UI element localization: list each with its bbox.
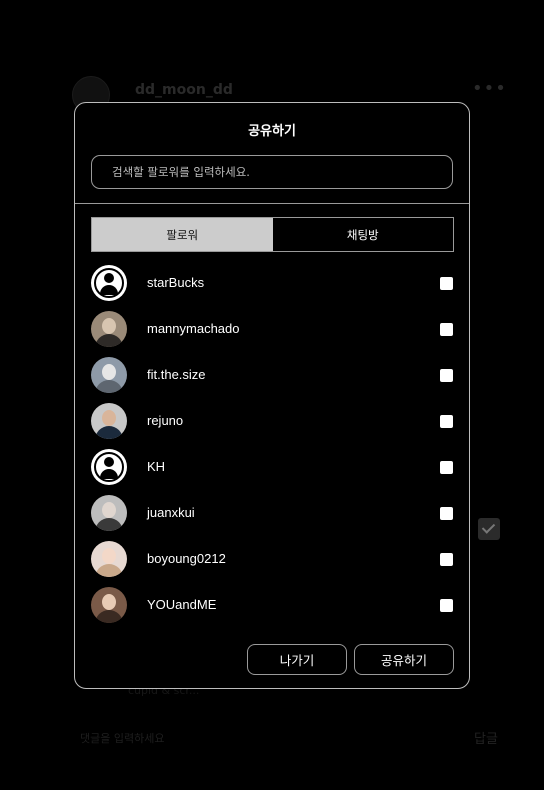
share-button[interactable]: 공유하기 [354, 644, 454, 675]
follower-row[interactable]: mannymachado [91, 309, 454, 355]
follower-name: rejuno [147, 413, 184, 428]
default-profile-icon [91, 265, 127, 301]
default-profile-icon [91, 449, 127, 485]
profile-photo-avatar [91, 495, 127, 531]
follower-name: mannymachado [147, 321, 240, 336]
more-options-icon: ••• [472, 78, 507, 99]
follower-name: YOUandME [147, 597, 217, 612]
divider [75, 203, 469, 204]
profile-photo-avatar [91, 403, 127, 439]
follower-search-input[interactable] [91, 155, 453, 189]
share-modal: 공유하기 팔로워 채팅방 starBucks mannymachado fit.th… [74, 102, 470, 689]
follower-row[interactable]: KH [91, 447, 454, 493]
follower-checkbox[interactable] [440, 369, 453, 382]
follower-checkbox[interactable] [440, 553, 453, 566]
share-tabs: 팔로워 채팅방 [91, 217, 454, 252]
follower-row[interactable]: starBucks [91, 263, 454, 309]
follower-name: juanxkui [147, 505, 195, 520]
profile-photo-avatar [91, 541, 127, 577]
follower-name: boyoung0212 [147, 551, 226, 566]
follower-checkbox[interactable] [440, 277, 453, 290]
follower-name: starBucks [147, 275, 205, 290]
background-username: dd_moon_dd [135, 82, 233, 98]
tab-chat-rooms[interactable]: 채팅방 [272, 218, 453, 251]
tab-followers[interactable]: 팔로워 [92, 218, 273, 251]
follower-row[interactable]: juanxkui [91, 493, 454, 539]
profile-photo-avatar [91, 311, 127, 347]
follower-checkbox[interactable] [440, 599, 453, 612]
background-reply-label: 답글 [474, 732, 498, 747]
follower-row[interactable]: fit.the.size [91, 355, 454, 401]
follower-checkbox[interactable] [440, 323, 453, 336]
follower-list: starBucks mannymachado fit.the.size rejuno K… [91, 263, 454, 631]
follower-row[interactable]: rejuno [91, 401, 454, 447]
follower-row[interactable]: YOUandME [91, 585, 454, 631]
follower-checkbox[interactable] [440, 507, 453, 520]
follower-name: fit.the.size [147, 367, 206, 382]
follower-name: KH [147, 459, 166, 474]
profile-photo-avatar [91, 357, 127, 393]
profile-photo-avatar [91, 587, 127, 623]
background-comment-placeholder: 댓글을 입력하세요 [80, 732, 165, 745]
follower-checkbox[interactable] [440, 461, 453, 474]
modal-title: 공유하기 [248, 124, 296, 139]
background-checkbox-icon [478, 518, 500, 540]
follower-row[interactable]: boyoung0212 [91, 539, 454, 585]
exit-button[interactable]: 나가기 [247, 644, 347, 675]
follower-checkbox[interactable] [440, 415, 453, 428]
